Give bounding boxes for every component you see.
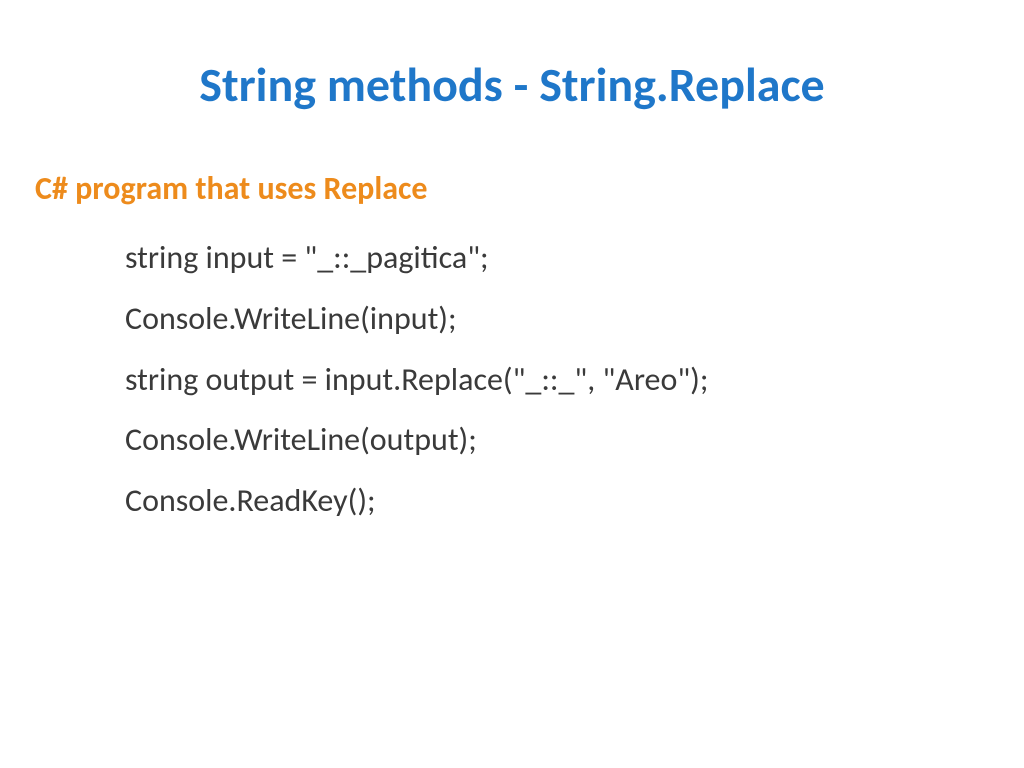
code-line: Console.WriteLine(output); — [125, 410, 984, 471]
slide-subtitle: C# program that uses Replace — [35, 169, 984, 208]
slide: String methods - String.Replace C# progr… — [0, 0, 1024, 768]
code-line: string input = "_::_pagitica"; — [125, 228, 984, 289]
code-line: string output = input.Replace("_::_", "A… — [125, 350, 984, 411]
code-line: Console.WriteLine(input); — [125, 289, 984, 350]
slide-title: String methods - String.Replace — [40, 55, 984, 114]
code-block: string input = "_::_pagitica"; Console.W… — [40, 228, 984, 532]
code-line: Console.ReadKey(); — [125, 471, 984, 532]
